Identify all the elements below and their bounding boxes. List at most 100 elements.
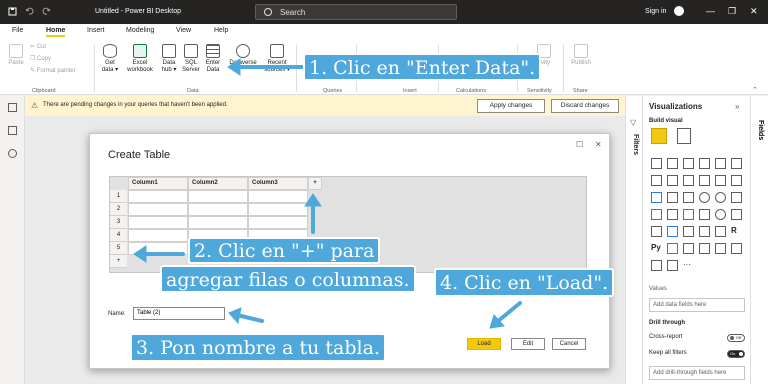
table-name-input[interactable]: Table (2)	[133, 307, 225, 320]
get-data-button[interactable]: Get data ▾	[100, 44, 120, 74]
cut-button[interactable]: ✂ Cut	[30, 44, 46, 51]
apply-changes-button[interactable]: Apply changes	[477, 99, 545, 113]
enter-data-button[interactable]: Enter Data	[203, 44, 223, 74]
keep-all-filters-toggle[interactable]: On	[727, 350, 745, 358]
load-button[interactable]: Load	[467, 338, 501, 350]
kpi-icon[interactable]	[667, 226, 678, 237]
table-cell[interactable]	[248, 216, 308, 229]
data-view-icon[interactable]	[8, 126, 17, 135]
report-view-icon[interactable]	[8, 103, 17, 112]
pie-chart-icon[interactable]	[699, 192, 710, 203]
menu-file[interactable]: File	[12, 27, 23, 34]
shape-map-icon[interactable]	[683, 209, 694, 220]
table-cell[interactable]	[128, 216, 188, 229]
menu-modeling[interactable]: Modeling	[126, 27, 154, 34]
table-cell[interactable]	[248, 190, 308, 203]
expand-icon[interactable]: »	[735, 102, 739, 111]
close-window-button[interactable]: ✕	[750, 6, 758, 17]
column-header[interactable]: Column1	[128, 177, 188, 190]
add-row-button[interactable]: +	[110, 255, 127, 268]
azure-map-icon[interactable]	[699, 209, 710, 220]
slicer-icon[interactable]	[683, 226, 694, 237]
funnel-chart-icon[interactable]	[667, 192, 678, 203]
paste-button[interactable]: Paste	[5, 44, 27, 67]
power-apps-icon[interactable]	[651, 260, 662, 271]
treemap-icon[interactable]	[731, 192, 742, 203]
bar-chart-icon[interactable]	[651, 158, 662, 169]
cross-report-toggle[interactable]: Off	[727, 334, 745, 342]
table-cell[interactable]	[128, 203, 188, 216]
paginated-report-icon[interactable]	[731, 243, 742, 254]
bar-chart-icon[interactable]	[699, 158, 710, 169]
power-automate-icon[interactable]	[667, 260, 678, 271]
save-icon[interactable]	[8, 7, 17, 16]
matrix-icon[interactable]	[715, 226, 726, 237]
add-column-button[interactable]: +	[308, 177, 322, 190]
table-cell[interactable]	[248, 203, 308, 216]
column-header[interactable]: Column2	[188, 177, 248, 190]
combo-chart-icon[interactable]	[715, 175, 726, 186]
waterfall-chart-icon[interactable]	[651, 192, 662, 203]
narrative-icon[interactable]	[715, 243, 726, 254]
copy-button[interactable]: ❐ Copy	[30, 56, 51, 63]
table-cell[interactable]	[128, 242, 188, 255]
maximize-dialog-icon[interactable]: ☐	[576, 140, 583, 149]
collapse-ribbon-icon[interactable]: ⌃	[752, 86, 758, 94]
maximize-button[interactable]: ❐	[728, 6, 736, 17]
menu-help[interactable]: Help	[214, 27, 228, 34]
menu-home[interactable]: Home	[46, 27, 66, 37]
drill-through-drop-zone[interactable]: Add drill-through fields here	[649, 366, 745, 380]
edit-button[interactable]: Edit	[511, 338, 545, 350]
data-hub-button[interactable]: Data hub ▾	[159, 44, 179, 74]
line-chart-icon[interactable]	[651, 175, 662, 186]
bar-chart-icon[interactable]	[683, 158, 694, 169]
format-visual-icon[interactable]	[677, 128, 691, 144]
sql-server-button[interactable]: SQL Server	[181, 44, 201, 74]
fields-pane[interactable]: Fields	[750, 96, 768, 384]
recent-sources-button[interactable]: Recent sources ▾	[262, 44, 292, 74]
card-icon[interactable]	[731, 209, 742, 220]
map-icon[interactable]	[651, 209, 662, 220]
table-cell[interactable]	[128, 190, 188, 203]
cancel-button[interactable]: Cancel	[552, 338, 586, 350]
ribbon-chart-icon[interactable]	[731, 175, 742, 186]
build-visual-icon[interactable]	[651, 128, 667, 144]
table-cell[interactable]	[188, 216, 248, 229]
bar-chart-icon[interactable]	[715, 158, 726, 169]
gauge-icon[interactable]	[715, 209, 726, 220]
column-header[interactable]: Column3	[248, 177, 308, 190]
multi-row-card-icon[interactable]	[651, 226, 662, 237]
bar-chart-icon[interactable]	[667, 158, 678, 169]
table-cell[interactable]	[188, 190, 248, 203]
scatter-chart-icon[interactable]	[683, 192, 694, 203]
combo-chart-icon[interactable]	[699, 175, 710, 186]
bar-chart-icon[interactable]	[731, 158, 742, 169]
publish-button[interactable]: Publish	[568, 44, 594, 67]
avatar[interactable]	[674, 6, 684, 16]
undo-icon[interactable]	[25, 7, 34, 16]
donut-chart-icon[interactable]	[715, 192, 726, 203]
discard-changes-button[interactable]: Discard changes	[551, 99, 619, 113]
key-influencers-icon[interactable]	[667, 243, 678, 254]
area-chart-icon[interactable]	[667, 175, 678, 186]
filled-map-icon[interactable]	[667, 209, 678, 220]
table-cell[interactable]	[188, 203, 248, 216]
python-visual-icon[interactable]: Py	[651, 243, 662, 254]
excel-workbook-button[interactable]: Excel workbook	[123, 44, 157, 74]
sign-in-link[interactable]: Sign in	[645, 8, 666, 15]
minimize-button[interactable]: —	[706, 6, 715, 16]
values-drop-zone[interactable]: Add data fields here	[649, 298, 745, 312]
close-dialog-icon[interactable]: ✕	[595, 140, 602, 149]
menu-view[interactable]: View	[176, 27, 191, 34]
model-view-icon[interactable]	[8, 149, 17, 158]
redo-icon[interactable]	[42, 7, 51, 16]
decomposition-tree-icon[interactable]	[683, 243, 694, 254]
table-cell[interactable]	[128, 229, 188, 242]
menu-insert[interactable]: Insert	[87, 27, 105, 34]
dataverse-button[interactable]: Dataverse	[226, 44, 260, 67]
more-visuals-icon[interactable]: ···	[683, 260, 694, 271]
format-painter-button[interactable]: ✎ Format painter	[30, 68, 76, 75]
r-visual-icon[interactable]: R	[731, 226, 742, 237]
filters-pane[interactable]: ▽ Filters	[625, 96, 642, 384]
table-icon[interactable]	[699, 226, 710, 237]
